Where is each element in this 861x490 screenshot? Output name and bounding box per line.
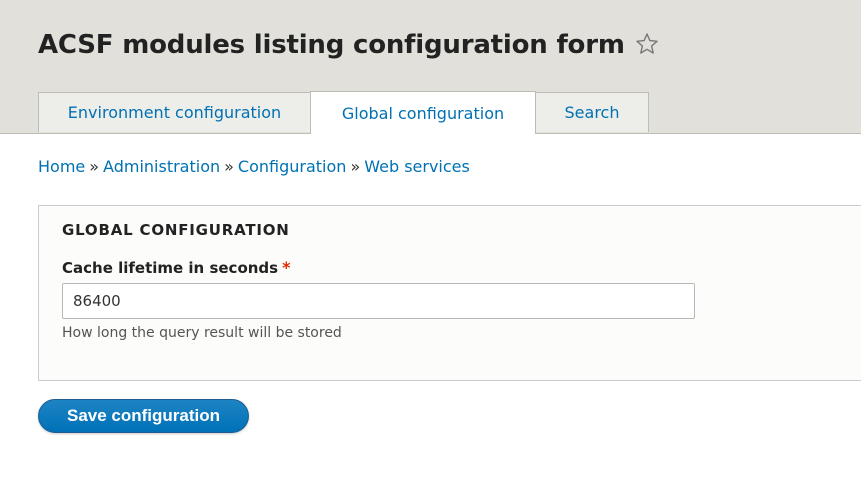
fieldset-legend: GLOBAL CONFIGURATION: [62, 221, 290, 239]
required-marker: *: [282, 258, 291, 277]
breadcrumb-configuration[interactable]: Configuration: [238, 157, 347, 176]
breadcrumb: Home» Administration» Configuration» Web se…: [38, 156, 470, 178]
page-header: ACSF modules listing configuration form …: [0, 0, 861, 134]
breadcrumb-separator: »: [224, 157, 234, 176]
tab-global-configuration[interactable]: Global configuration: [310, 91, 536, 134]
primary-tabs: Environment configuration Global configu…: [38, 91, 649, 134]
tab-search[interactable]: Search: [535, 92, 649, 132]
breadcrumb-separator: »: [89, 157, 100, 176]
tab-environment-configuration[interactable]: Environment configuration: [38, 92, 311, 132]
breadcrumb-web-services[interactable]: Web services: [364, 157, 470, 176]
cache-lifetime-label: Cache lifetime in seconds *: [62, 258, 290, 277]
cache-lifetime-input[interactable]: [62, 283, 695, 319]
save-configuration-button[interactable]: Save configuration: [38, 399, 249, 433]
global-configuration-fieldset: GLOBAL CONFIGURATION Cache lifetime in s…: [38, 205, 861, 381]
breadcrumb-administration[interactable]: Administration: [103, 157, 220, 176]
cache-lifetime-label-text: Cache lifetime in seconds: [62, 259, 279, 277]
star-icon[interactable]: [635, 31, 659, 55]
page-title: ACSF modules listing configuration form: [38, 30, 625, 60]
breadcrumb-home[interactable]: Home: [38, 157, 85, 176]
page-title-wrapper: ACSF modules listing configuration form: [38, 28, 659, 62]
cache-lifetime-description: How long the query result will be stored: [62, 325, 342, 341]
breadcrumb-separator: »: [350, 157, 361, 176]
